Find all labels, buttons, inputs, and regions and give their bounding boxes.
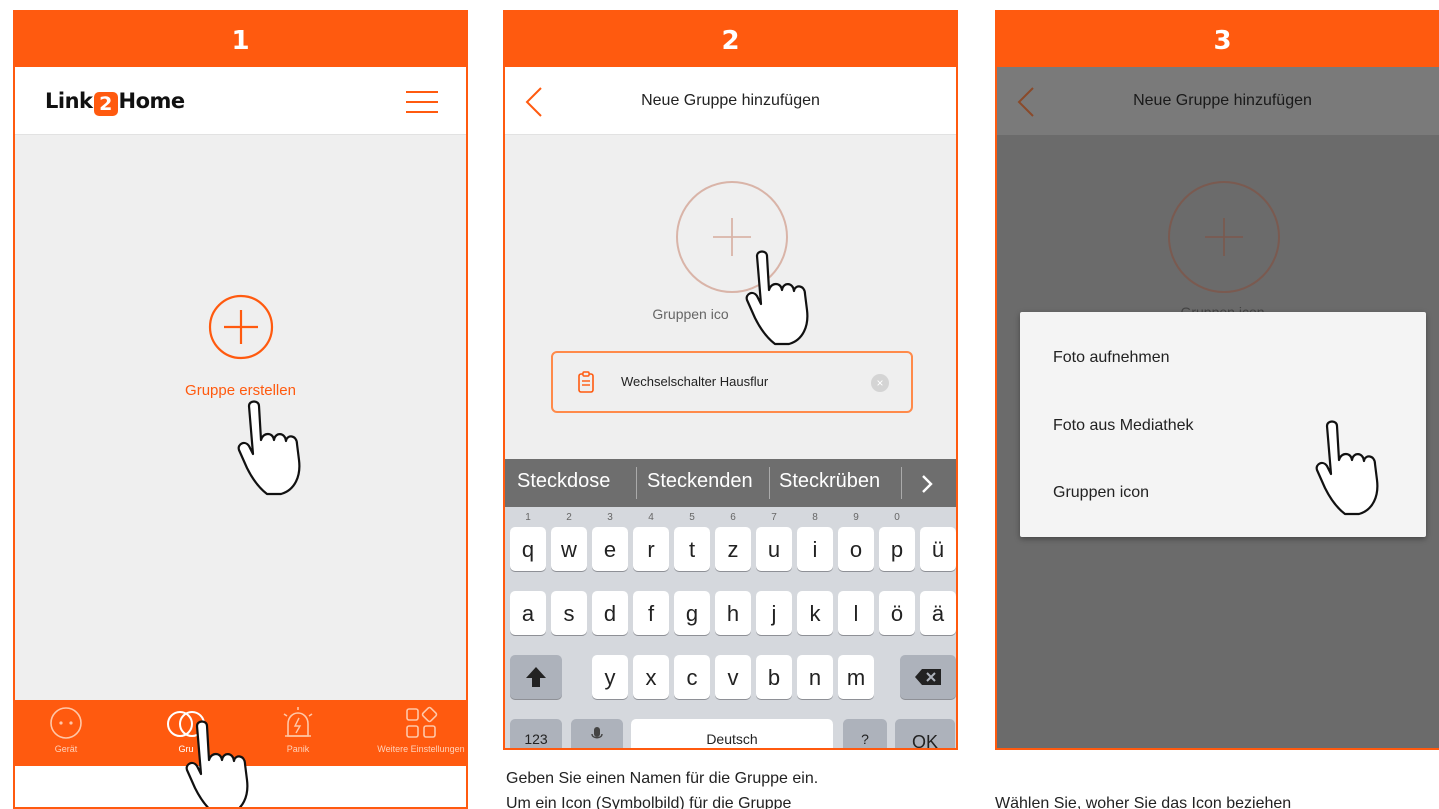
plus-circle-icon [208, 294, 274, 360]
tab-label: Weitere Einstellungen [377, 744, 465, 754]
step-3-panel: 3 Neue Gruppe hinzufügen Gruppen icon Fo… [995, 10, 1439, 750]
menu-item-take-photo[interactable]: Foto aufnehmen [1053, 349, 1170, 367]
key[interactable]: v [715, 655, 751, 699]
tab-geraet[interactable]: Gerät [21, 706, 111, 754]
space-key[interactable]: Deutsch [631, 719, 833, 748]
key[interactable]: 0p [879, 513, 915, 571]
step-number: 2 [505, 12, 956, 67]
key[interactable]: ü [920, 527, 956, 571]
symbols-key[interactable]: ? [843, 719, 887, 748]
shift-arrow-icon [526, 667, 546, 687]
backspace-icon [915, 669, 941, 685]
ok-key[interactable]: OK [895, 719, 955, 748]
app-logo: Link 2 Home [45, 89, 185, 116]
key[interactable]: 8i [797, 513, 833, 571]
key[interactable]: x [633, 655, 669, 699]
app-header-dimmed: Neue Gruppe hinzufügen [997, 67, 1439, 135]
group-name-field[interactable]: Wechselschalter Hausflur × [551, 351, 913, 413]
key[interactable]: ö [879, 591, 915, 635]
app-header: Link 2 Home [15, 67, 466, 135]
key[interactable]: f [633, 591, 669, 635]
tab-panik[interactable]: Panik [253, 706, 343, 754]
alarm-icon [283, 707, 313, 737]
screen-title: Neue Gruppe hinzufügen [1133, 92, 1312, 109]
backspace-key[interactable] [900, 655, 956, 699]
screen-title: Neue Gruppe hinzufügen [641, 92, 820, 109]
step-2-panel: 2 Neue Gruppe hinzufügen Gruppen ico Wec… [503, 10, 958, 750]
key[interactable]: 2w [551, 513, 587, 571]
keyboard-suggestion-bar: Steckdose Steckenden Steckrüben [505, 459, 956, 507]
key[interactable]: k [797, 591, 833, 635]
numbers-key[interactable]: 123 [510, 719, 562, 748]
microphone-icon [591, 727, 603, 739]
tab-weitere-einstellungen[interactable]: Weitere Einstellungen [371, 706, 466, 754]
app-header: Neue Gruppe hinzufügen [505, 67, 956, 135]
step-2-caption-line-2: Um ein Icon (Symbolbild) für die Gruppe [506, 795, 792, 809]
step-3-caption: Wählen Sie, woher Sie das Icon beziehen [995, 795, 1292, 809]
key[interactable]: y [592, 655, 628, 699]
key[interactable]: 3e [592, 513, 628, 571]
step-1-panel: 1 Link 2 Home Gruppe erstellen Gerät Gru… [13, 10, 468, 809]
chevron-right-icon[interactable] [919, 473, 935, 495]
tap-hand-icon [237, 400, 301, 496]
key[interactable]: 4r [633, 513, 669, 571]
key[interactable]: a [510, 591, 546, 635]
group-icon-label: Gruppen ico [652, 306, 729, 322]
mic-key[interactable] [571, 719, 623, 748]
tab-label: Panik [286, 744, 310, 754]
menu-item-group-icon[interactable]: Gruppen icon [1053, 484, 1149, 502]
tab-label: Gerät [54, 744, 78, 754]
tap-hand-icon [1315, 420, 1379, 516]
key[interactable]: 1q [510, 513, 546, 571]
outlet-icon [50, 707, 82, 739]
step-2-caption: Geben Sie einen Namen für die Gruppe ein… [506, 770, 819, 787]
key[interactable]: h [715, 591, 751, 635]
key[interactable]: l [838, 591, 874, 635]
key[interactable]: ä [920, 591, 956, 635]
key[interactable]: c [674, 655, 710, 699]
tap-hand-icon [745, 250, 809, 346]
shift-key[interactable] [510, 655, 562, 699]
group-name-value: Wechselschalter Hausflur [621, 374, 769, 389]
tap-hand-icon [185, 720, 249, 807]
key[interactable]: b [756, 655, 792, 699]
key[interactable]: 5t [674, 513, 710, 571]
clipboard-icon [578, 371, 594, 393]
step-number: 1 [15, 12, 466, 67]
clear-input-icon[interactable]: × [871, 374, 889, 392]
create-group-label[interactable]: Gruppe erstellen [15, 382, 466, 399]
key[interactable]: g [674, 591, 710, 635]
suggestion-item[interactable]: Steckdose [517, 470, 610, 493]
key[interactable]: j [756, 591, 792, 635]
key[interactable]: m [838, 655, 874, 699]
key[interactable]: 9o [838, 513, 874, 571]
key[interactable]: s [551, 591, 587, 635]
suggestion-item[interactable]: Steckrüben [779, 470, 880, 493]
suggestion-item[interactable]: Steckenden [647, 470, 753, 493]
step-number: 3 [997, 12, 1439, 67]
hamburger-menu-icon[interactable] [406, 91, 438, 113]
menu-item-photo-library[interactable]: Foto aus Mediathek [1053, 417, 1194, 435]
key[interactable]: 7u [756, 513, 792, 571]
add-group-icon-button [1168, 181, 1280, 293]
on-screen-keyboard: 1q 2w 3e 4r 5t 6z 7u 8i 9o 0p ü a s d f … [505, 507, 956, 748]
grid-icon [406, 706, 438, 738]
key[interactable]: n [797, 655, 833, 699]
key[interactable]: d [592, 591, 628, 635]
key[interactable]: 6z [715, 513, 751, 571]
